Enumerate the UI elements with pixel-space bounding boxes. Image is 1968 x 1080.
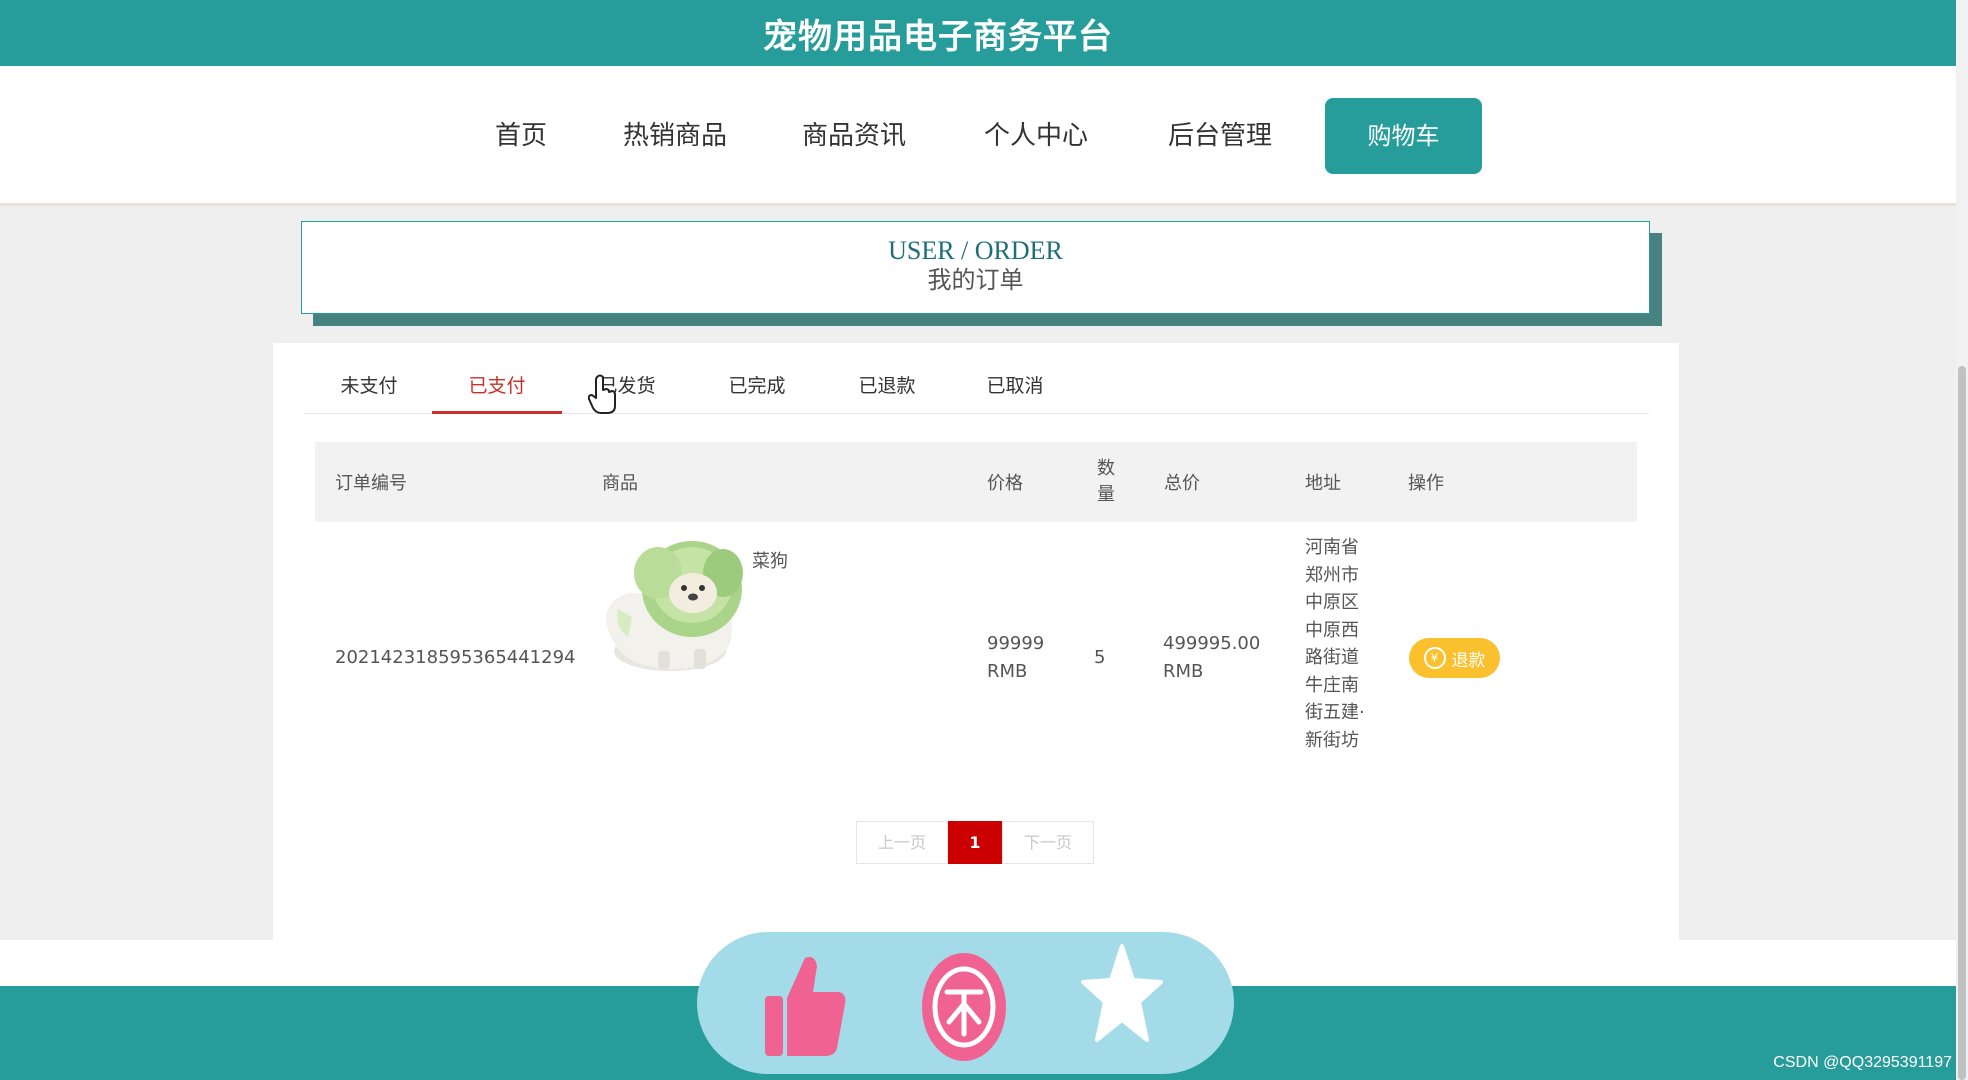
nav-item-home[interactable]: 首页	[495, 98, 547, 174]
site-title: 宠物用品电子商务平台	[763, 16, 1113, 57]
thumbs-up-icon[interactable]	[763, 952, 847, 1058]
prev-page-button[interactable]: 上一页	[856, 821, 948, 864]
nav-item-cart[interactable]: 购物车	[1325, 98, 1482, 174]
nav-item-product-news[interactable]: 商品资讯	[802, 98, 906, 174]
tab-unpaid[interactable]: 未支付	[304, 363, 434, 414]
order-status-tabs: 未支付 已支付 已发货 已完成 已退款 已取消	[304, 363, 1649, 414]
price: 99999 RMB	[987, 630, 1044, 686]
total-unit: RMB	[1163, 661, 1204, 682]
page-number-1[interactable]: 1	[948, 821, 1002, 864]
top-header-bar: 宠物用品电子商务平台	[0, 0, 1956, 66]
nav-item-admin[interactable]: 后台管理	[1168, 98, 1272, 174]
column-header-total: 总价	[1164, 473, 1200, 494]
total-value: 499995.00	[1163, 633, 1261, 654]
shipping-address: 河南省郑州市中原区中原西路街道牛庄南街五建·新街坊	[1305, 537, 1365, 751]
column-header-action: 操作	[1408, 473, 1444, 494]
pagination: 上一页 1 下一页	[856, 821, 1094, 864]
hand-cursor-icon	[588, 374, 616, 414]
next-page-button[interactable]: 下一页	[1002, 821, 1094, 864]
order-number: 202142318595365441294	[335, 644, 576, 672]
order-header-english: USER / ORDER	[888, 236, 1063, 265]
order-number-main: 20214231859536544129	[335, 647, 565, 668]
product-image-cabbage-dog[interactable]	[598, 533, 746, 673]
price-unit: RMB	[987, 661, 1028, 682]
floating-action-bar	[697, 932, 1234, 1074]
order-page-header: USER / ORDER 我的订单	[301, 221, 1650, 314]
nav-item-user-center[interactable]: 个人中心	[984, 98, 1088, 174]
star-icon[interactable]	[1081, 942, 1163, 1046]
tab-completed[interactable]: 已完成	[692, 363, 822, 414]
total-price: 499995.00 RMB	[1163, 630, 1260, 686]
tab-shipped[interactable]: 已发货	[562, 363, 692, 414]
column-header-order-no: 订单编号	[335, 473, 407, 494]
column-header-quantity: 数量	[1097, 458, 1115, 505]
order-number-tail: 4	[564, 647, 576, 668]
yuan-coin-icon: ¥	[1423, 647, 1446, 669]
csdn-watermark: CSDN @QQ3295391197	[1773, 1054, 1952, 1071]
price-value: 99999	[987, 633, 1045, 654]
scrollbar-thumb[interactable]	[1958, 366, 1966, 1080]
refund-button-label: 退款	[1451, 650, 1486, 671]
tab-paid[interactable]: 已支付	[432, 363, 562, 414]
nav-item-hot-products[interactable]: 热销商品	[623, 98, 727, 174]
table-header-row: 订单编号 商品 价格 数量 总价 地址 操作	[315, 442, 1637, 522]
coin-icon[interactable]	[921, 952, 1007, 1062]
column-header-price: 价格	[987, 473, 1023, 494]
refund-button[interactable]: ¥ 退款	[1409, 638, 1500, 678]
quantity: 5	[1094, 647, 1106, 668]
order-header-chinese: 我的订单	[927, 268, 1024, 294]
column-header-address: 地址	[1305, 473, 1341, 494]
column-header-product: 商品	[602, 473, 638, 494]
tab-refunded[interactable]: 已退款	[822, 363, 952, 414]
main-nav	[0, 66, 1956, 206]
product-name[interactable]: 菜狗	[752, 548, 788, 576]
tab-cancelled[interactable]: 已取消	[950, 363, 1080, 414]
